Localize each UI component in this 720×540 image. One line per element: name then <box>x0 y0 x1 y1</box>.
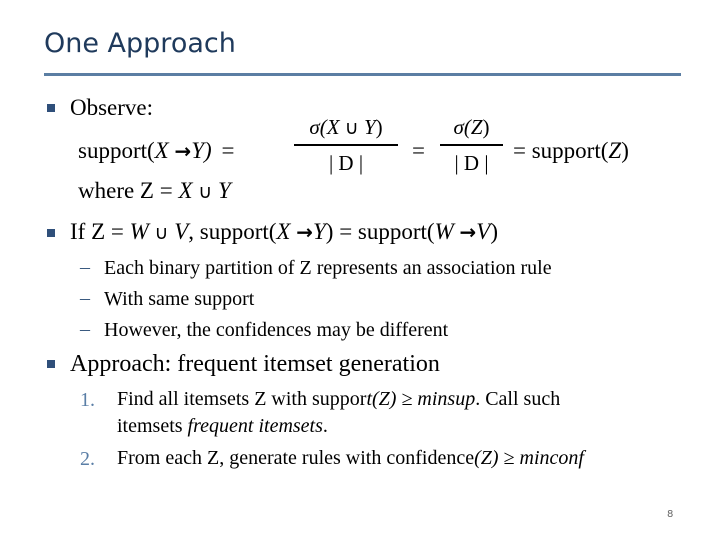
lhs-y: Y) <box>191 138 212 163</box>
step-1-text-2: itemsets <box>117 415 188 437</box>
dash-marker: – <box>80 287 90 309</box>
partition-close: ) <box>490 219 499 244</box>
w: W <box>129 219 149 244</box>
bullet-square-icon <box>47 360 55 368</box>
fraction-sigma-xy-over-d: σ(X ∪ Y) | D | <box>294 117 398 174</box>
lhs-x: X <box>154 138 169 163</box>
where-clause: where Z = X ∪ Y <box>78 179 231 202</box>
bullet-square-icon <box>47 104 55 112</box>
num-z: Z <box>470 115 483 139</box>
step-1-text: Find all itemsets Z with suppor <box>117 388 367 410</box>
w2: W <box>434 219 454 244</box>
step-1-math: t(Z) ≥ minsup <box>366 388 476 410</box>
bullet-square-icon <box>47 229 55 237</box>
dash-marker: – <box>80 256 90 278</box>
step-1-emphasis: frequent itemsets <box>187 415 323 437</box>
step-1-line-1: Find all itemsets Z with support(Z) ≥ mi… <box>117 389 560 409</box>
union-symbol: ∪ <box>154 222 169 244</box>
partition-eq: ) = support( <box>325 219 435 244</box>
middle-equals: = <box>412 138 425 163</box>
step-2-text: From each Z, generate rules with confide… <box>117 447 475 469</box>
v2: V <box>476 219 491 244</box>
fraction-sigma-z-over-d: σ(Z) | D | <box>440 117 503 174</box>
rhs-support: = support( <box>513 138 609 163</box>
rhs-close: ) <box>621 138 629 163</box>
step-2-line-1: From each Z, generate rules with confide… <box>117 448 584 468</box>
slide-title: One Approach <box>44 28 236 59</box>
step-number: 1. <box>80 389 95 411</box>
v: V <box>174 219 189 244</box>
num-close: ) <box>482 115 490 139</box>
step-number: 2. <box>80 448 95 470</box>
sigma: σ( <box>309 115 327 139</box>
fraction-numerator: σ(X ∪ Y) <box>294 117 398 138</box>
step-1-line-2: itemsets frequent itemsets. <box>117 416 328 436</box>
support-z-rhs: = support(Z) <box>513 139 629 162</box>
partition-mid: , support( <box>188 219 277 244</box>
page-number: 8 <box>667 509 674 520</box>
step-2-math: (Z) ≥ minconf <box>474 447 584 469</box>
sub-item: Each binary partition of Z represents an… <box>104 257 552 279</box>
num-x: X <box>326 115 340 139</box>
support-formula-lhs: support(X →Y) = <box>78 139 234 162</box>
partition-prefix: If Z = <box>70 219 130 244</box>
arrow-right-icon: → <box>459 220 477 244</box>
union-symbol: ∪ <box>344 117 359 139</box>
title-underline <box>44 73 681 76</box>
observe-label: Observe: <box>70 95 154 120</box>
sub-item: With same support <box>104 288 255 310</box>
step-1-period: . <box>322 415 328 437</box>
step-1-tail: . Call such <box>475 388 561 410</box>
partition-statement: If Z = W ∪ V, support(X →Y) = support(W … <box>70 220 498 243</box>
y: Y <box>313 219 326 244</box>
dash-marker: – <box>80 318 90 340</box>
num-close: ) <box>375 115 383 139</box>
sub-item: However, the confidences may be differen… <box>104 319 449 341</box>
where-x: X <box>178 178 193 203</box>
arrow-right-icon: → <box>174 139 192 163</box>
num-y: Y <box>363 115 376 139</box>
fraction-bar <box>440 144 503 146</box>
fraction-denominator: | D | <box>328 150 364 175</box>
fraction-denominator: | D | <box>454 150 489 175</box>
fraction-numerator: σ(Z) <box>440 117 503 138</box>
rhs-z: Z <box>608 138 622 163</box>
approach-label: Approach: frequent itemset generation <box>70 351 440 377</box>
where-prefix: where Z = <box>78 178 179 203</box>
sigma: σ( <box>453 115 471 139</box>
where-y: Y <box>217 178 231 203</box>
fraction-bar <box>294 144 398 146</box>
union-symbol: ∪ <box>198 181 213 203</box>
arrow-right-icon: → <box>296 220 313 244</box>
x: X <box>276 219 291 244</box>
lhs-support: support( <box>78 138 155 163</box>
lhs-equals: = <box>221 138 235 163</box>
